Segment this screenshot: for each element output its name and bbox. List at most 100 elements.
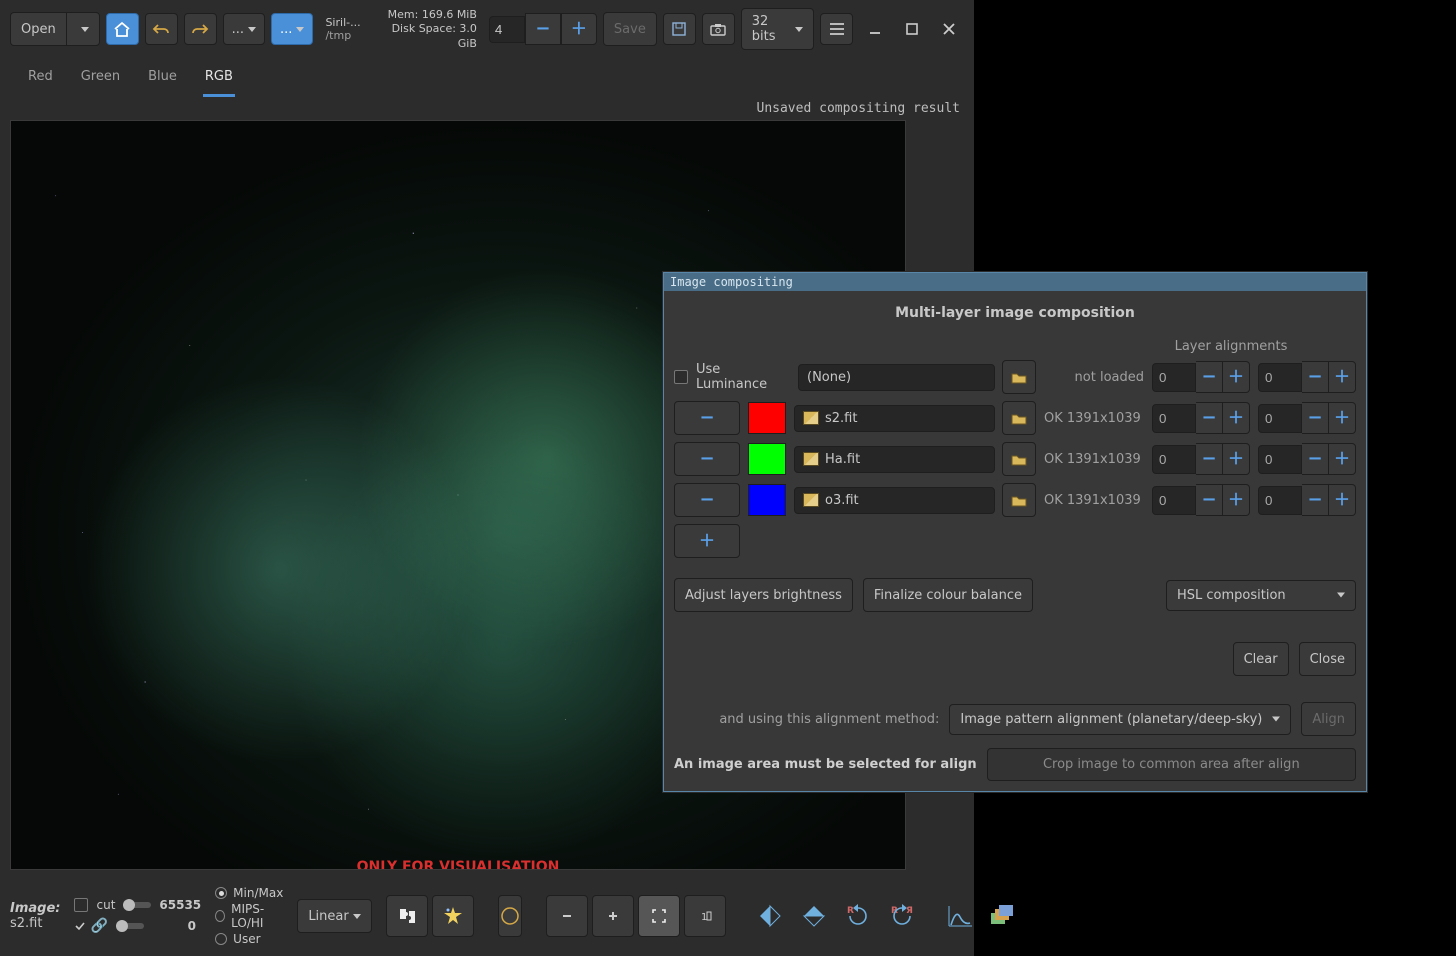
radio-user[interactable]	[215, 933, 227, 945]
lum-y-minus[interactable]: −	[1302, 361, 1329, 393]
tool-puzzle-icon[interactable]	[386, 895, 428, 937]
red-file[interactable]: s2.fit	[794, 405, 995, 432]
blue-x-minus[interactable]: −	[1196, 484, 1223, 516]
blue-x-plus[interactable]: ＋	[1223, 484, 1250, 516]
luminance-status: not loaded	[1044, 370, 1144, 385]
green-y-minus[interactable]: −	[1302, 443, 1329, 475]
green-y-input[interactable]	[1258, 445, 1302, 474]
save-tool-1[interactable]	[663, 13, 696, 45]
blue-color[interactable]	[748, 484, 786, 516]
hi-slider[interactable]	[123, 902, 151, 908]
tab-green[interactable]: Green	[79, 59, 122, 97]
histogram-icon[interactable]	[946, 896, 974, 936]
zoom-input[interactable]	[489, 16, 525, 43]
composition-mode-select[interactable]: HSL composition	[1166, 580, 1356, 611]
luminance-browse[interactable]	[1002, 360, 1036, 394]
cut-checkbox[interactable]	[74, 898, 88, 912]
red-x-plus[interactable]: ＋	[1223, 402, 1250, 434]
finalize-balance-button[interactable]: Finalize colour balance	[863, 578, 1033, 612]
bits-menu[interactable]: 32 bits	[741, 8, 814, 50]
radio-mips[interactable]	[215, 910, 225, 922]
bottom-bar: Image: s2.fit cut 65535 🔗 0 Min/Max MIPS…	[0, 876, 974, 956]
undo-button[interactable]	[145, 13, 178, 45]
image-icon	[803, 411, 819, 425]
lum-y-input[interactable]	[1258, 363, 1302, 392]
green-x-minus[interactable]: −	[1196, 443, 1223, 475]
snapshot-button[interactable]	[702, 13, 735, 45]
adjust-brightness-button[interactable]: Adjust layers brightness	[674, 578, 853, 612]
recent-menu-1[interactable]: ...	[223, 13, 265, 45]
green-y-plus[interactable]: ＋	[1329, 443, 1356, 475]
green-file[interactable]: Ha.fit	[794, 446, 995, 473]
hamburger-menu[interactable]	[820, 13, 853, 45]
red-y-plus[interactable]: ＋	[1329, 402, 1356, 434]
red-y-input[interactable]	[1258, 404, 1302, 433]
tab-red[interactable]: Red	[26, 59, 55, 97]
scaling-mode-menu[interactable]: Linear	[297, 899, 371, 933]
rotate-right-icon[interactable]: RЯ	[882, 896, 922, 936]
zoom-plus[interactable]: ＋	[561, 13, 597, 45]
red-status: OK 1391x1039	[1044, 411, 1144, 426]
redo-button[interactable]	[184, 13, 217, 45]
flip-h-icon[interactable]	[750, 896, 790, 936]
blue-x-input[interactable]	[1152, 486, 1196, 515]
red-x-minus[interactable]: −	[1196, 402, 1223, 434]
clear-button[interactable]: Clear	[1233, 642, 1289, 676]
lum-x-minus[interactable]: −	[1196, 361, 1223, 393]
red-remove[interactable]: −	[674, 401, 740, 435]
blue-y-input[interactable]	[1258, 486, 1302, 515]
close-dialog-button[interactable]: Close	[1299, 642, 1356, 676]
align-method-select[interactable]: Image pattern alignment (planetary/deep-…	[949, 704, 1291, 735]
radio-mips-label: MIPS-LO/HI	[231, 902, 283, 930]
dialog-title: Image compositing	[664, 273, 1366, 291]
flip-v-icon[interactable]	[794, 896, 834, 936]
lum-y-plus[interactable]: ＋	[1329, 361, 1356, 393]
use-luminance-checkbox[interactable]	[674, 370, 688, 384]
layers-icon[interactable]	[988, 896, 1014, 936]
zoom-100-icon[interactable]: 1	[684, 895, 726, 937]
tool-spiral-icon[interactable]	[498, 895, 522, 937]
tool-star-icon[interactable]	[432, 895, 474, 937]
red-browse[interactable]	[1002, 401, 1036, 435]
lum-x-plus[interactable]: ＋	[1223, 361, 1250, 393]
red-y-minus[interactable]: −	[1302, 402, 1329, 434]
blue-browse[interactable]	[1002, 483, 1036, 517]
zoom-fit-icon[interactable]	[638, 895, 680, 937]
recent-menu-2[interactable]: ...	[271, 13, 313, 45]
save-button[interactable]: Save	[603, 12, 657, 46]
home-button[interactable]	[106, 13, 139, 45]
maximize-button[interactable]	[896, 14, 927, 44]
blue-remove[interactable]: −	[674, 483, 740, 517]
add-layer-button[interactable]: ＋	[674, 524, 740, 558]
open-button[interactable]: Open	[10, 12, 66, 46]
tab-blue[interactable]: Blue	[146, 59, 179, 97]
red-align-x: −＋	[1152, 402, 1250, 434]
zoom-in-icon[interactable]	[592, 895, 634, 937]
close-button[interactable]	[933, 14, 964, 44]
radio-minmax[interactable]	[215, 887, 227, 899]
minimize-button[interactable]	[859, 14, 890, 44]
green-remove[interactable]: −	[674, 442, 740, 476]
tab-rgb[interactable]: RGB	[203, 59, 235, 97]
green-x-input[interactable]	[1152, 445, 1196, 474]
zoom-minus[interactable]: −	[525, 13, 561, 45]
rotate-left-icon[interactable]: R	[838, 896, 878, 936]
lum-x-input[interactable]	[1152, 363, 1196, 392]
crop-after-align-button[interactable]: Crop image to common area after align	[987, 748, 1356, 781]
red-x-input[interactable]	[1152, 404, 1196, 433]
luminance-file[interactable]: (None)	[798, 364, 995, 391]
blue-y-plus[interactable]: ＋	[1329, 484, 1356, 516]
open-menu-button[interactable]	[66, 12, 100, 46]
green-x-plus[interactable]: ＋	[1223, 443, 1250, 475]
lo-slider[interactable]	[116, 923, 144, 929]
cut-group: cut 65535 🔗 0	[74, 898, 201, 934]
green-browse[interactable]	[1002, 442, 1036, 476]
green-color[interactable]	[748, 443, 786, 475]
blue-y-minus[interactable]: −	[1302, 484, 1329, 516]
layer-alignments-label: Layer alignments	[1106, 339, 1356, 360]
blue-file[interactable]: o3.fit	[794, 487, 995, 514]
align-button[interactable]: Align	[1301, 702, 1356, 736]
red-color[interactable]	[748, 402, 786, 434]
link-icon[interactable]: 🔗	[90, 918, 107, 934]
zoom-out-icon[interactable]	[546, 895, 588, 937]
